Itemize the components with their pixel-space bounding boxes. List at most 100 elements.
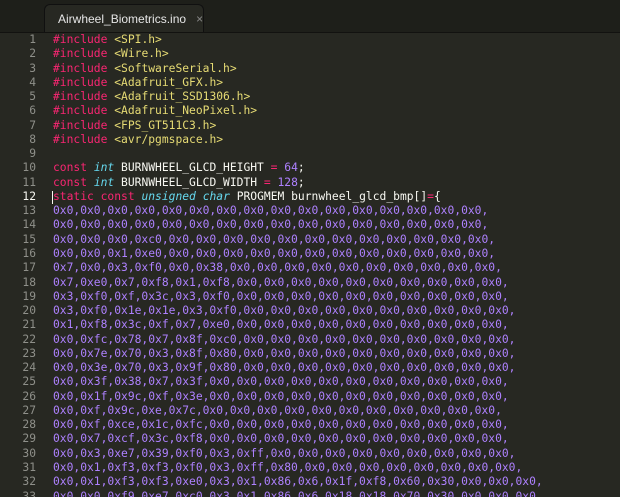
line-number: 25 (22, 375, 36, 389)
token-number: 0x3,0xf0,0x1e,0x1e,0x3,0xf0,0x0,0x0,0x0,… (53, 304, 516, 318)
code-line[interactable]: 4 #include <Adafruit_GFX.h> (0, 76, 620, 90)
token-string: <SoftwareSerial.h> (114, 61, 237, 75)
line-number: 33 (22, 489, 36, 497)
token-string: <Adafruit_SSD1306.h> (114, 90, 251, 104)
line-number: 13 (22, 204, 36, 218)
code-line[interactable]: 10 const int BURNWHEEL_GLCD_HEIGHT = 64; (0, 161, 620, 175)
token-keyword: #include (53, 33, 108, 46)
token-number: 0x0,0xf,0x9c,0xe,0x7c,0x0,0x0,0x0,0x0,0x… (53, 403, 502, 417)
line-number: 27 (22, 403, 36, 417)
token-string: <avr/pgmspace.h> (114, 132, 224, 146)
token-plain: BURNWHEEL_GLCD_WIDTH (114, 175, 264, 189)
code-line[interactable]: 29 0x0,0x7,0xcf,0x3c,0xf8,0x0,0x0,0x0,0x0… (0, 432, 620, 446)
line-code: #include <avr/pgmspace.h> (53, 133, 223, 147)
code-line[interactable]: 19 0x3,0xf0,0xf,0x3c,0x3,0xf0,0x0,0x0,0x0… (0, 290, 620, 304)
code-line[interactable]: 33 0x0,0x0,0xf9,0xe7,0xc0,0x3,0x1,0x86,0x… (0, 490, 620, 497)
token-number: 0x1,0xf8,0x3c,0xf,0x7,0xe0,0x0,0x0,0x0,0… (53, 318, 509, 332)
code-line[interactable]: 28 0x0,0xf,0xce,0x1c,0xfc,0x0,0x0,0x0,0x0… (0, 418, 620, 432)
line-number: 11 (22, 175, 36, 189)
line-number: 7 (29, 118, 36, 132)
line-number: 22 (22, 332, 36, 346)
code-line[interactable]: 25 0x0,0x3f,0x38,0x7,0x3f,0x0,0x0,0x0,0x0… (0, 375, 620, 389)
line-code: 0x3,0xf0,0x1e,0x1e,0x3,0xf0,0x0,0x0,0x0,… (53, 304, 516, 318)
token-number: 0x0,0x0,0x0,0x0,0x0,0x0,0x0,0x0,0x0,0x0,… (53, 204, 489, 218)
token-keyword: const (53, 161, 88, 175)
code-line[interactable]: 24 0x0,0x3e,0x70,0x3,0x9f,0x80,0x0,0x0,0x… (0, 361, 620, 375)
token-keyword: #include (53, 90, 108, 104)
code-line[interactable]: 9 (0, 147, 620, 161)
token-plain: BURNWHEEL_GLCD_HEIGHT (114, 161, 271, 175)
line-number: 12 (22, 189, 36, 203)
token-string: <Wire.h> (114, 47, 169, 61)
token-keyword: #include (53, 104, 108, 118)
line-number: 4 (29, 75, 36, 89)
line-number: 24 (22, 361, 36, 375)
code-line[interactable]: 27 0x0,0xf,0x9c,0xe,0x7c,0x0,0x0,0x0,0x0,… (0, 404, 620, 418)
code-line[interactable]: 22 0x0,0xfc,0x78,0x7,0x8f,0xc0,0x0,0x0,0x… (0, 333, 620, 347)
code-line[interactable]: 12 static const unsigned char PROGMEM bur… (0, 190, 620, 204)
token-number: 0x0,0xfc,0x78,0x7,0x8f,0xc0,0x0,0x0,0x0,… (53, 332, 516, 346)
tab-title: Airwheel_Biometrics.ino (58, 11, 187, 26)
code-line[interactable]: 17 0x7,0x0,0x3,0xf0,0x0,0x38,0x0,0x0,0x0,… (0, 261, 620, 275)
code-editor[interactable]: 1 #include <SPI.h> 2 #include <Wire.h> 3 #inc… (0, 33, 620, 497)
line-number: 14 (22, 218, 36, 232)
token-keyword: const (100, 189, 135, 203)
line-number: 6 (29, 104, 36, 118)
token-keyword: = (427, 189, 434, 203)
close-icon[interactable]: × (196, 12, 203, 26)
line-number: 2 (29, 47, 36, 61)
line-code: 0x7,0xe0,0x7,0xf8,0x1,0xf8,0x0,0x0,0x0,0… (53, 276, 509, 290)
line-code: 0x0,0x1,0xf3,0xf3,0xe0,0x3,0x1,0x86,0x6,… (53, 475, 543, 489)
code-line[interactable]: 15 0x0,0x0,0x0,0xc0,0x0,0x0,0x0,0x0,0x0,0… (0, 233, 620, 247)
code-line[interactable]: 21 0x1,0xf8,0x3c,0xf,0x7,0xe0,0x0,0x0,0x0… (0, 318, 620, 332)
token-keyword: #include (53, 118, 108, 132)
token-number: 0x0,0x1f,0x9c,0xf,0x3e,0x0,0x0,0x0,0x0,0… (53, 389, 509, 403)
code-line[interactable]: 3 #include <SoftwareSerial.h> (0, 62, 620, 76)
code-line[interactable]: 8 #include <avr/pgmspace.h> (0, 133, 620, 147)
code-line[interactable]: 11 const int BURNWHEEL_GLCD_WIDTH = 128; (0, 176, 620, 190)
tab-bar: Airwheel_Biometrics.ino × (0, 0, 620, 33)
code-line[interactable]: 32 0x0,0x1,0xf3,0xf3,0xe0,0x3,0x1,0x86,0x… (0, 475, 620, 489)
line-number: 29 (22, 432, 36, 446)
token-number: 128 (277, 175, 298, 189)
token-number: 0x0,0x3,0xe7,0x39,0xf0,0x3,0xff,0x0,0x0,… (53, 446, 516, 460)
code-line[interactable]: 20 0x3,0xf0,0x1e,0x1e,0x3,0xf0,0x0,0x0,0x… (0, 304, 620, 318)
token-plain: PROGMEM burnwheel_glcd_bmp[] (229, 189, 428, 203)
code-line[interactable]: 14 0x0,0x0,0x0,0x0,0x0,0x0,0x0,0x0,0x0,0x… (0, 218, 620, 232)
code-line[interactable]: 5 #include <Adafruit_SSD1306.h> (0, 90, 620, 104)
code-line[interactable]: 1 #include <SPI.h> (0, 33, 620, 47)
line-code: #include <SPI.h> (53, 33, 162, 47)
line-number: 30 (22, 446, 36, 460)
code-line[interactable]: 2 #include <Wire.h> (0, 47, 620, 61)
token-number: 0x0,0x3f,0x38,0x7,0x3f,0x0,0x0,0x0,0x0,0… (53, 375, 509, 389)
line-number: 28 (22, 418, 36, 432)
token-keyword: #include (53, 47, 108, 61)
token-number: 0x0,0x0,0x0,0x0,0x0,0x0,0x0,0x0,0x0,0x0,… (53, 218, 489, 232)
code-line[interactable]: 18 0x7,0xe0,0x7,0xf8,0x1,0xf8,0x0,0x0,0x0… (0, 276, 620, 290)
line-number: 1 (29, 33, 36, 46)
token-number: 0x7,0x0,0x3,0xf0,0x0,0x38,0x0,0x0,0x0,0x… (53, 261, 502, 275)
code-line[interactable]: 23 0x0,0x7e,0x70,0x3,0x8f,0x80,0x0,0x0,0x… (0, 347, 620, 361)
code-line[interactable]: 7 #include <FPS_GT511C3.h> (0, 119, 620, 133)
token-string: <Adafruit_GFX.h> (114, 75, 224, 89)
code-line[interactable]: 6 #include <Adafruit_NeoPixel.h> (0, 104, 620, 118)
tab-airwheel-biometrics[interactable]: Airwheel_Biometrics.ino × (44, 4, 204, 32)
line-number: 19 (22, 289, 36, 303)
token-plain: ; (297, 175, 305, 189)
code-line[interactable]: 16 0x0,0x0,0x1,0xe0,0x0,0x0,0x0,0x0,0x0,0… (0, 247, 620, 261)
token-string: <FPS_GT511C3.h> (114, 118, 217, 132)
token-number: 0x0,0xf,0xce,0x1c,0xfc,0x0,0x0,0x0,0x0,0… (53, 418, 509, 432)
code-line[interactable]: 31 0x0,0x1,0xf3,0xf3,0xf0,0x3,0xff,0x80,0… (0, 461, 620, 475)
token-number: 0x0,0x7e,0x70,0x3,0x8f,0x80,0x0,0x0,0x0,… (53, 346, 516, 360)
code-line[interactable]: 26 0x0,0x1f,0x9c,0xf,0x3e,0x0,0x0,0x0,0x0… (0, 390, 620, 404)
line-number: 8 (29, 132, 36, 146)
line-number: 31 (22, 460, 36, 474)
token-number: 0x0,0x0,0x1,0xe0,0x0,0x0,0x0,0x0,0x0,0x0… (53, 246, 496, 260)
code-line[interactable]: 30 0x0,0x3,0xe7,0x39,0xf0,0x3,0xff,0x0,0x… (0, 447, 620, 461)
line-number: 5 (29, 90, 36, 104)
line-code: 0x0,0x7e,0x70,0x3,0x8f,0x80,0x0,0x0,0x0,… (53, 347, 516, 361)
token-keyword: #include (53, 61, 108, 75)
code-line[interactable]: 13 0x0,0x0,0x0,0x0,0x0,0x0,0x0,0x0,0x0,0x… (0, 204, 620, 218)
